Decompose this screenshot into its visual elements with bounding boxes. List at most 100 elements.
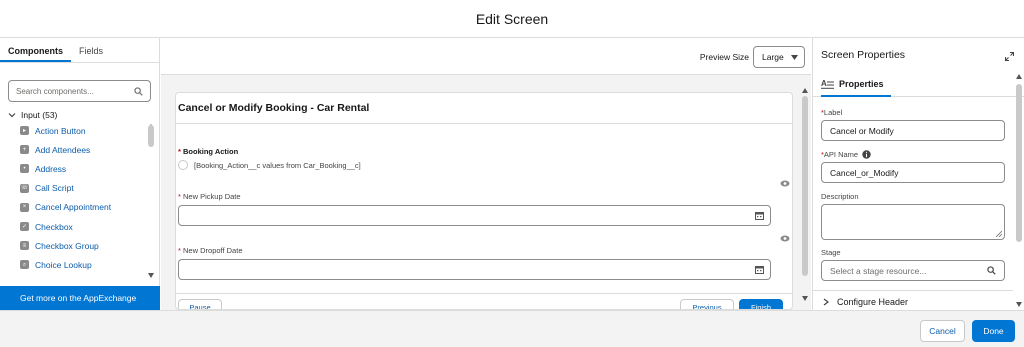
canvas-scrollbar[interactable] — [801, 88, 809, 308]
preview-size-select[interactable]: Large — [753, 46, 805, 68]
search-placeholder: Search components... — [16, 86, 94, 96]
api-name-field: *API Name Cancel_or_Modify — [821, 150, 1005, 183]
component-item[interactable]: ✓ Checkbox — [0, 217, 159, 236]
finish-button[interactable]: Finish — [739, 299, 783, 309]
screen-canvas: Preview Size Large Cancel or Modify Book… — [161, 38, 811, 310]
dropoff-date-label: * New Dropoff Date — [178, 246, 243, 255]
configure-header-label: Configure Header — [837, 297, 909, 307]
booking-action-option[interactable]: [Booking_Action__c values from Car_Booki… — [178, 160, 361, 170]
component-label: Add Attendees — [35, 144, 91, 155]
stage-field: Stage Select a stage resource... — [821, 248, 1005, 281]
components-panel: Components Fields Search components... I… — [0, 38, 160, 310]
component-label: Call Script — [35, 183, 74, 194]
component-item[interactable]: ⌕ Choice Lookup — [0, 255, 159, 274]
checkbox-group-icon: ≡ — [20, 241, 29, 251]
left-tabs: Components Fields — [0, 38, 159, 63]
properties-panel: Screen Properties A Properties *Label Ca… — [812, 38, 1024, 310]
description-textarea[interactable] — [821, 204, 1005, 240]
pickup-date-label: * New Pickup Date — [178, 192, 241, 201]
component-label: Cancel Appointment — [35, 202, 112, 213]
component-item[interactable]: ☏ Call Script — [0, 179, 159, 198]
api-name-input[interactable]: Cancel_or_Modify — [821, 162, 1005, 183]
search-icon — [987, 266, 996, 275]
call-script-icon: ☏ — [20, 183, 29, 193]
caret-down-icon — [791, 54, 798, 60]
footer-divider — [176, 293, 792, 294]
screen-preview-card: Cancel or Modify Booking - Car Rental * … — [175, 92, 793, 310]
description-field: Description — [821, 192, 1005, 240]
dropoff-date-input[interactable] — [178, 259, 771, 280]
scroll-up-icon — [1016, 74, 1022, 79]
scroll-down-icon — [1016, 302, 1022, 307]
tab-properties[interactable]: A Properties — [821, 72, 891, 97]
cancel-button[interactable]: Cancel — [920, 320, 965, 342]
visibility-icon[interactable] — [780, 180, 790, 187]
checkbox-icon: ✓ — [20, 222, 29, 232]
chevron-down-icon — [8, 113, 16, 118]
pickup-date-input[interactable] — [178, 205, 771, 226]
preview-size-label: Preview Size — [699, 52, 749, 62]
pause-button[interactable]: Pause — [178, 299, 222, 309]
add-attendees-icon: + — [20, 145, 29, 155]
scroll-down-icon — [148, 273, 154, 278]
modal-footer: Cancel Done — [0, 310, 1024, 347]
expand-icon[interactable] — [1005, 52, 1014, 61]
modal-title-text: Edit Screen — [475, 10, 549, 27]
configure-header-section[interactable]: Configure Header — [823, 297, 908, 307]
calendar-icon[interactable] — [755, 265, 764, 274]
cancel-appointment-icon: × — [20, 202, 29, 212]
stage-label: Stage — [821, 248, 841, 257]
search-components-input[interactable]: Search components... — [8, 80, 151, 102]
input-group-toggle[interactable]: Input (53) — [8, 110, 159, 120]
info-icon[interactable] — [862, 150, 871, 159]
label-field: *Label Cancel or Modify — [821, 108, 1005, 141]
booking-action-field[interactable]: * Booking Action [Booking_Action__c valu… — [178, 147, 361, 170]
address-icon: • — [20, 164, 29, 174]
chevron-right-icon — [823, 298, 829, 306]
component-label: Action Button — [35, 125, 86, 136]
component-item[interactable]: ▸ Action Button — [0, 121, 159, 140]
right-scrollbar[interactable] — [1015, 74, 1023, 308]
scroll-up-icon — [802, 88, 808, 93]
calendar-icon[interactable] — [755, 211, 764, 220]
section-divider — [813, 290, 1013, 291]
scroll-down-icon — [802, 296, 808, 301]
resize-handle-icon[interactable] — [996, 231, 1002, 237]
preview-size-value: Large — [762, 52, 784, 62]
tab-fields[interactable]: Fields — [71, 38, 111, 62]
preview-toolbar: Preview Size Large — [161, 38, 811, 75]
done-button[interactable]: Done — [972, 320, 1015, 342]
component-label: Checkbox Group — [35, 240, 99, 251]
right-scrollbar-thumb[interactable] — [1016, 84, 1022, 242]
properties-tabs: A Properties — [813, 72, 1024, 97]
component-item[interactable]: • Address — [0, 159, 159, 178]
component-item[interactable]: + Add Attendees — [0, 140, 159, 159]
component-label: Choice Lookup — [35, 259, 92, 270]
canvas-scrollbar-thumb[interactable] — [802, 96, 808, 276]
tab-components[interactable]: Components — [0, 38, 71, 62]
booking-action-label: * Booking Action — [178, 147, 239, 156]
visibility-icon[interactable] — [780, 235, 790, 242]
label-field-label: *Label — [821, 108, 843, 117]
properties-icon: A — [821, 79, 834, 89]
component-item[interactable]: ≡ Checkbox Group — [0, 236, 159, 255]
radio-icon — [178, 160, 188, 170]
screen-title: Cancel or Modify Booking - Car Rental — [176, 93, 792, 124]
left-scrollbar-thumb[interactable] — [148, 125, 154, 147]
previous-button[interactable]: Previous — [680, 299, 734, 309]
dropoff-date-field: * New Dropoff Date — [178, 246, 771, 280]
booking-action-placeholder: [Booking_Action__c values from Car_Booki… — [194, 160, 361, 170]
component-list: ▸ Action Button + Add Attendees • Address ☏… — [0, 121, 159, 275]
choice-lookup-icon: ⌕ — [20, 260, 29, 270]
properties-tab-label: Properties — [839, 78, 884, 89]
pickup-date-field: * New Pickup Date — [178, 192, 771, 226]
modal-title: Edit Screen — [0, 0, 1024, 38]
screen-properties-title: Screen Properties — [821, 49, 906, 61]
stage-search-input[interactable]: Select a stage resource... — [821, 260, 1005, 281]
appexchange-link[interactable]: Get more on the AppExchange — [0, 286, 160, 310]
screen-properties-header: Screen Properties — [813, 38, 1024, 72]
component-label: Address — [35, 163, 67, 174]
stage-placeholder: Select a stage resource... — [830, 265, 927, 276]
component-item[interactable]: × Cancel Appointment — [0, 198, 159, 217]
label-input[interactable]: Cancel or Modify — [821, 120, 1005, 141]
